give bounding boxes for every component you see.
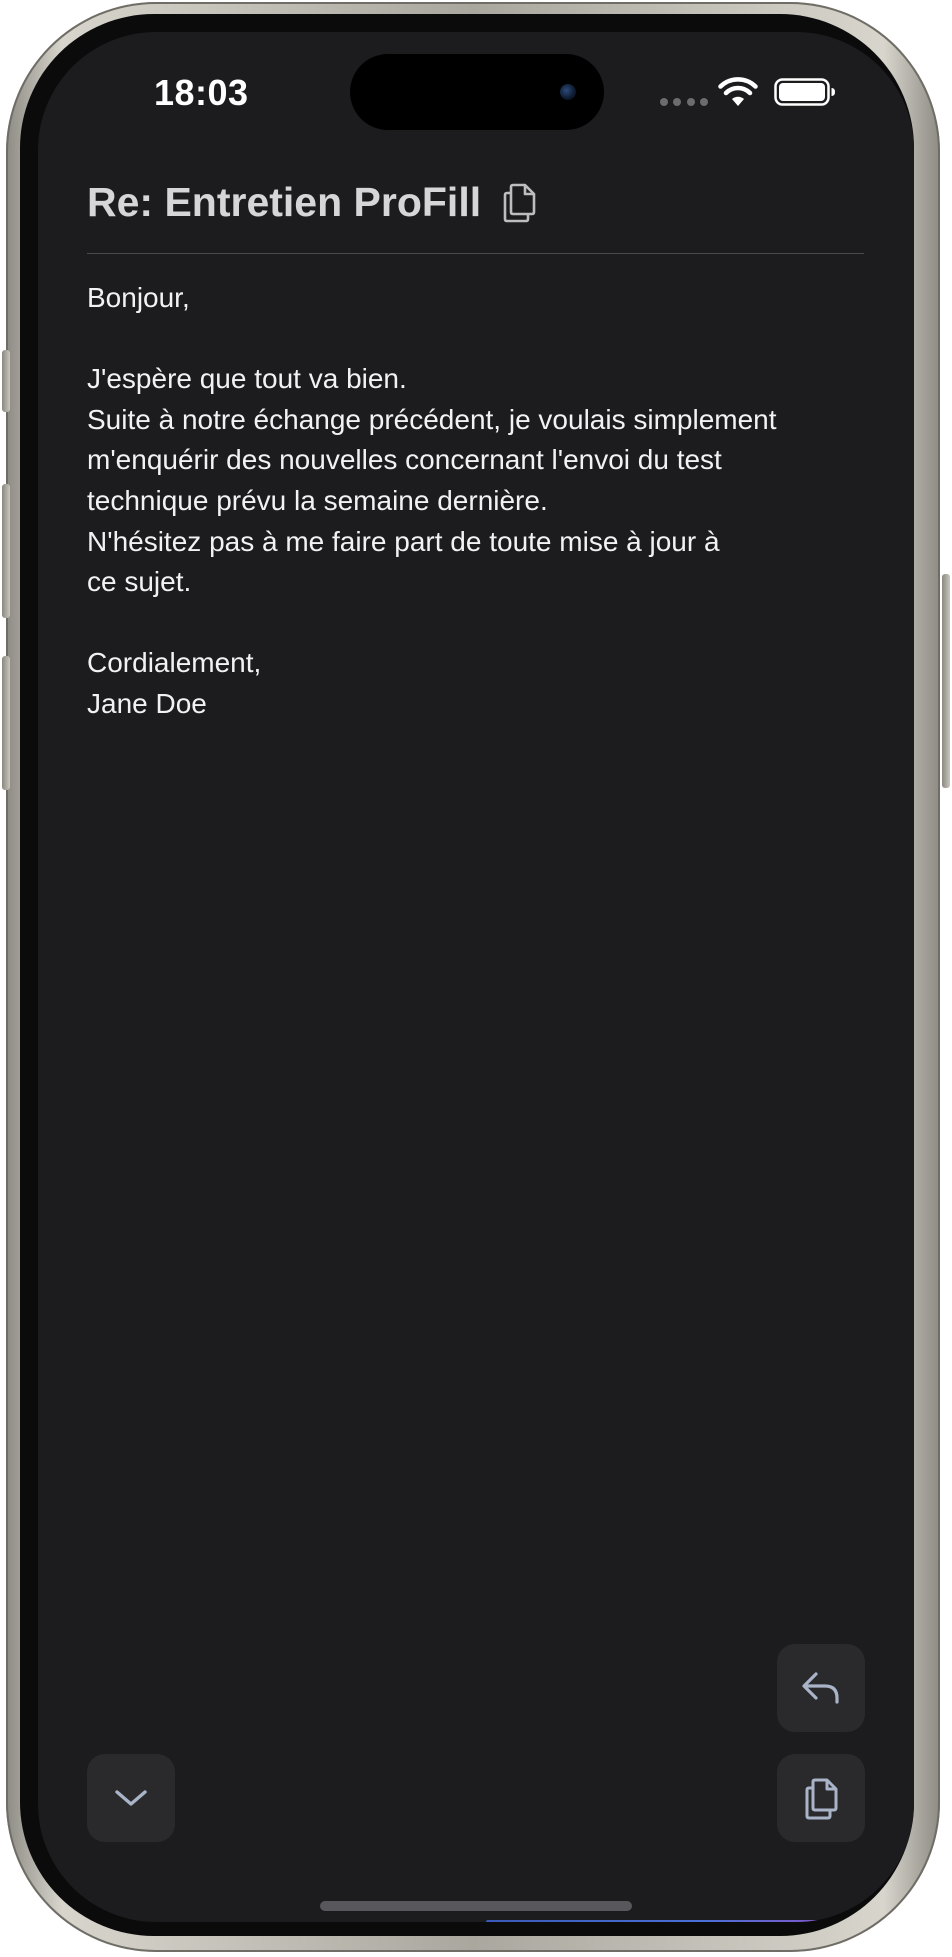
status-bar-time: 18:03	[154, 72, 249, 113]
reply-button[interactable]	[777, 1644, 865, 1732]
mail-signoff: Cordialement,	[87, 647, 262, 679]
mail-body-line: m'enquérir des nouvelles concernant l'en…	[87, 444, 722, 476]
mail-body: Bonjour, J'espère que tout va bien. Suit…	[87, 278, 877, 725]
wifi-icon	[718, 77, 758, 106]
mail-body-line: Bonjour,	[87, 282, 190, 313]
mail-subject: Re: Entretien ProFill	[87, 178, 482, 225]
copy-icon[interactable]	[501, 181, 537, 223]
mail-body-line: N'hésitez pas à me faire part de toute m…	[87, 525, 720, 557]
mail-body-line: ce sujet.	[87, 566, 192, 598]
battery-icon	[774, 78, 835, 106]
home-indicator[interactable]	[320, 1901, 632, 1911]
mail-body-blank-line	[87, 603, 877, 644]
volume-up-side-button	[2, 484, 10, 618]
mail-signature: Jane Doe	[87, 687, 207, 719]
cellular-signal-icon	[660, 98, 708, 106]
mail-body-line: J'espère que tout va bien.	[87, 363, 407, 395]
mail-body-line: Suite à notre échange précédent, je voul…	[87, 403, 777, 435]
header-divider	[87, 253, 864, 254]
chevron-down-icon	[115, 1790, 147, 1806]
mail-body-blank-line	[87, 319, 877, 360]
screen: 18:03 Re: Entretien ProFill Bonjour, J'e…	[38, 32, 914, 1922]
mail-body-line: technique prévu la semaine dernière.	[87, 484, 548, 516]
volume-down-side-button	[2, 656, 10, 790]
reply-arrow-icon	[802, 1672, 839, 1704]
mail-header: Re: Entretien ProFill	[87, 172, 887, 232]
power-side-button	[942, 574, 950, 788]
bottom-glow-accent	[486, 1920, 846, 1922]
copy-button[interactable]	[777, 1754, 865, 1842]
dynamic-island	[350, 54, 604, 130]
scroll-down-button[interactable]	[87, 1754, 175, 1842]
action-side-button	[2, 350, 10, 412]
front-camera	[560, 84, 576, 100]
copy-icon	[805, 1778, 838, 1820]
